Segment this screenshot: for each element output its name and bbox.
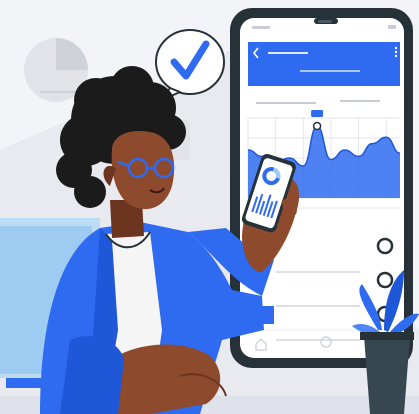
background-pie-slice xyxy=(56,38,88,70)
app-header xyxy=(248,42,400,86)
plant-pot xyxy=(364,336,410,414)
lower-hand xyxy=(110,344,221,414)
phone-speaker xyxy=(318,20,332,23)
chart-highlight-tag xyxy=(311,110,324,117)
header-subtitle-line xyxy=(300,70,360,72)
plant-pot-rim xyxy=(360,332,414,340)
section-label-line-2 xyxy=(340,100,380,102)
chart-highlight-point xyxy=(312,121,322,131)
illustration-svg xyxy=(0,8,419,414)
kebab-menu-icon[interactable] xyxy=(394,46,398,58)
status-bar-battery xyxy=(388,25,396,29)
section-label-line xyxy=(256,102,316,104)
header-title-line xyxy=(268,52,308,54)
sleeve-cuff xyxy=(60,336,124,414)
illustration-scene xyxy=(0,0,419,414)
status-bar-signal xyxy=(252,26,270,29)
